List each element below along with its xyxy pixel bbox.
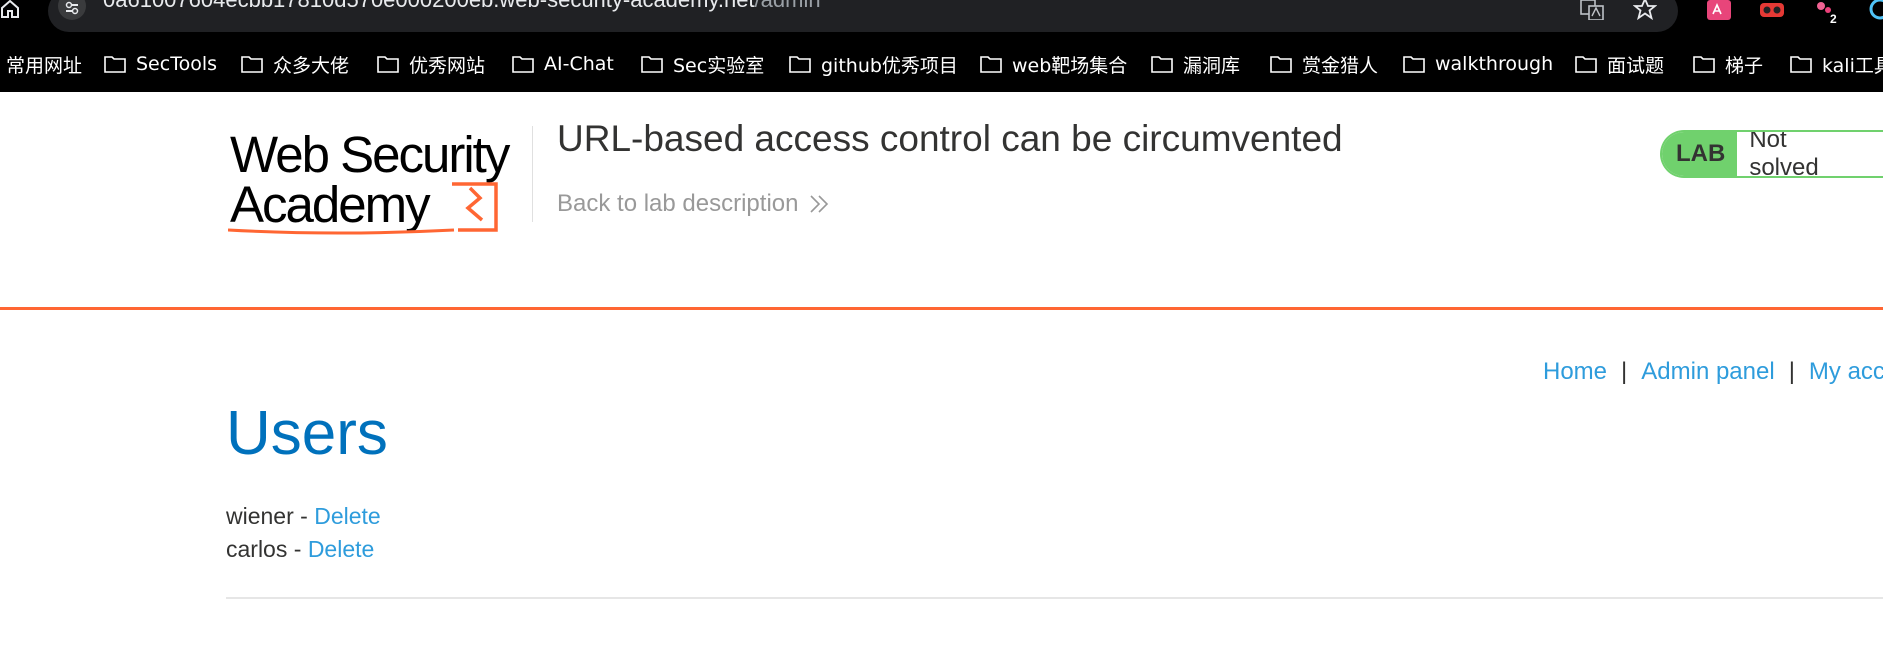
section-divider: [226, 597, 1883, 599]
user-row: wiener - Delete: [226, 500, 381, 533]
nav-home-link[interactable]: Home: [1543, 358, 1607, 385]
user-separator: -: [287, 536, 308, 562]
bookmark-label: web靶场集合: [1012, 54, 1128, 77]
web-security-academy-logo[interactable]: Web Security Academy: [228, 126, 528, 236]
page-title: Users: [226, 399, 388, 468]
bookmark-label: 众多大佬: [273, 54, 350, 77]
user-separator: -: [293, 503, 315, 529]
user-list: wiener - Delete carlos - Delete: [226, 500, 381, 566]
bookmark-folder[interactable]: 众多大佬: [241, 48, 349, 80]
folder-icon: [241, 56, 263, 73]
url-path: /admin: [755, 0, 821, 12]
bookmark-label: github优秀项目: [821, 54, 958, 77]
nav-admin-panel-link[interactable]: Admin panel: [1641, 358, 1774, 385]
top-nav-links: Home | Admin panel | My account: [1543, 358, 1883, 386]
translate-icon[interactable]: [1580, 0, 1604, 21]
delete-user-link[interactable]: Delete: [314, 503, 380, 529]
bookmark-label: 面试题: [1607, 54, 1665, 77]
bookmark-label: 漏洞库: [1183, 54, 1241, 77]
folder-icon: [1151, 56, 1173, 73]
folder-icon: [1403, 56, 1425, 73]
network-extension-icon[interactable]: 2: [1814, 0, 1842, 26]
delete-user-link[interactable]: Delete: [308, 536, 374, 562]
extension-badge: 2: [1830, 12, 1837, 24]
bookmark-label: Sec实验室: [673, 54, 765, 77]
folder-icon: [104, 56, 126, 73]
lab-header: Web Security Academy URL-based access co…: [0, 92, 1883, 310]
browser-chrome: 0a61007604ecbb17810d570e000200eb.web-sec…: [0, 0, 1883, 92]
logo-text-line2: Academy: [230, 176, 431, 233]
bookmark-label: SecTools: [136, 53, 218, 75]
bookmark-label: 优秀网站: [409, 54, 486, 77]
folder-icon: [1790, 56, 1812, 73]
nav-separator: |: [1621, 358, 1628, 385]
home-icon[interactable]: [0, 0, 20, 18]
bookmark-label: walkthrough: [1435, 53, 1554, 75]
bookmark-label: 常用网址: [6, 54, 83, 77]
folder-icon: [789, 56, 811, 73]
folder-icon: [641, 56, 663, 73]
bookmark-folder[interactable]: Sec实验室: [641, 48, 764, 80]
bookmark-label: kali工具: [1822, 54, 1883, 77]
bookmark-folder[interactable]: 梯子: [1693, 48, 1763, 80]
bookmark-folder[interactable]: 赏金猎人: [1270, 48, 1378, 80]
folder-icon: [1575, 56, 1597, 73]
folder-icon: [1693, 56, 1715, 73]
bookmark-label: 梯子: [1725, 54, 1764, 77]
bookmark-folder[interactable]: 面试题: [1575, 48, 1664, 80]
bookmark-folder[interactable]: web靶场集合: [980, 48, 1127, 80]
folder-icon: [512, 56, 534, 73]
bookmark-folder[interactable]: kali工具: [1790, 48, 1883, 80]
lab-status-text: Not solved: [1737, 132, 1883, 176]
bookmark-star-icon[interactable]: [1632, 0, 1658, 21]
folder-icon: [980, 56, 1002, 73]
logo-text-line1: Web Security: [230, 126, 511, 183]
logo-divider: [532, 126, 533, 222]
bookmark-folder[interactable]: AI-Chat: [512, 48, 614, 80]
folder-icon: [1270, 56, 1292, 73]
bookmark-folder[interactable]: 优秀网站: [377, 48, 485, 80]
bookmark-folder[interactable]: 漏洞库: [1151, 48, 1240, 80]
username: carlos: [226, 536, 288, 562]
folder-icon: [377, 56, 399, 73]
lab-badge: LAB: [1662, 132, 1738, 176]
bookmark-label: AI-Chat: [544, 53, 614, 75]
bookmark-folder[interactable]: github优秀项目: [789, 48, 958, 80]
bookmark-item[interactable]: 常用网址: [6, 48, 82, 80]
user-row: carlos - Delete: [226, 533, 381, 566]
bookmarks-bar: 常用网址 SecTools 众多大佬 优秀网站 AI-Chat Sec实验室 g…: [0, 48, 1883, 80]
profile-extension-icon[interactable]: [1866, 0, 1883, 20]
url-text[interactable]: 0a61007604ecbb17810d570e000200eb.web-sec…: [103, 0, 821, 12]
lab-title: URL-based access control can be circumve…: [557, 118, 1343, 159]
translator-extension-icon[interactable]: [1707, 0, 1731, 20]
back-link-label: Back to lab description: [557, 190, 799, 217]
url-host: 0a61007604ecbb17810d570e000200eb.web-sec…: [103, 0, 755, 12]
lab-status-widget: LAB Not solved: [1660, 130, 1883, 178]
username: wiener: [226, 503, 294, 529]
address-bar[interactable]: 0a61007604ecbb17810d570e000200eb.web-sec…: [48, 0, 1678, 32]
back-to-lab-description-link[interactable]: Back to lab description: [557, 190, 830, 218]
site-settings-icon[interactable]: [58, 0, 86, 20]
nav-my-account-link[interactable]: My account: [1809, 358, 1883, 385]
double-chevron-right-icon: [810, 195, 829, 213]
glasses-extension-icon[interactable]: [1759, 0, 1785, 20]
bookmark-folder[interactable]: walkthrough: [1403, 48, 1553, 80]
nav-separator: |: [1788, 358, 1795, 385]
bookmark-folder[interactable]: SecTools: [104, 48, 217, 80]
bookmark-label: 赏金猎人: [1302, 54, 1379, 77]
